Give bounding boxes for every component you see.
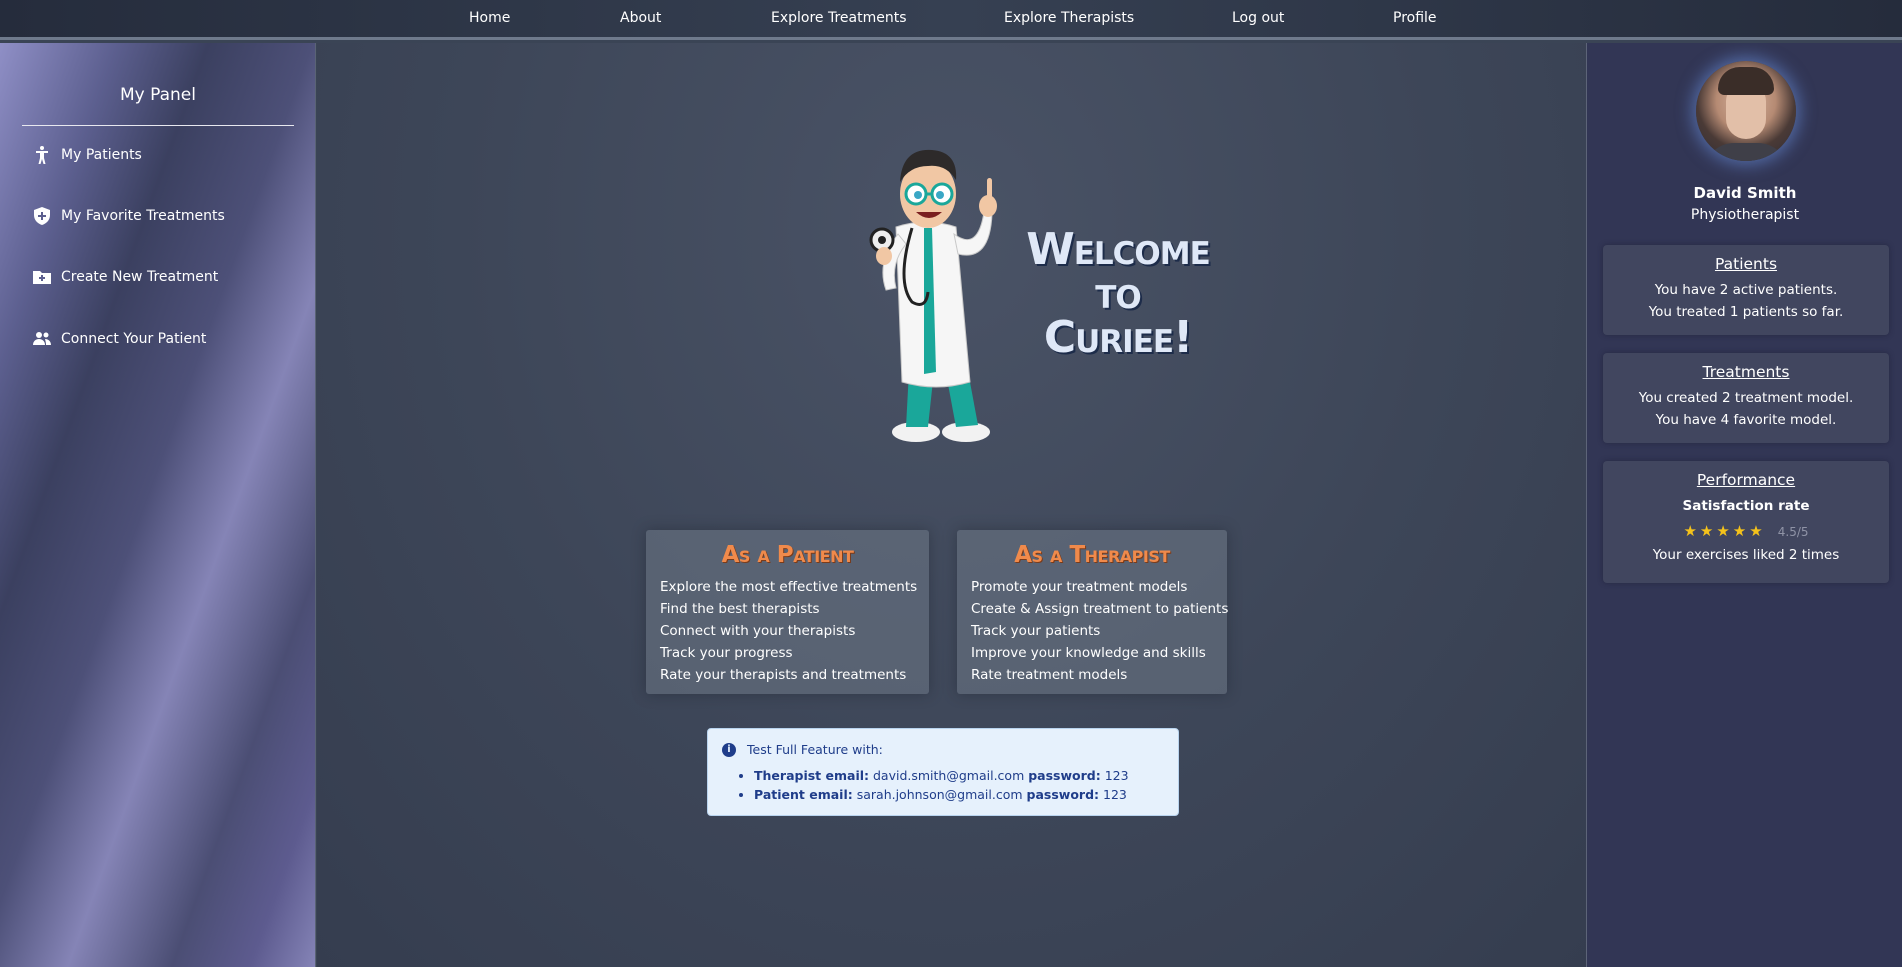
sidebar-divider — [22, 125, 294, 126]
treatments-created-text: You created 2 treatment model. — [1638, 390, 1854, 406]
patients-active-text: You have 2 active patients. — [1654, 282, 1838, 298]
welcome-line-3: Curiee! — [1043, 312, 1193, 363]
patient-card: As a Patient Explore the most effective … — [646, 530, 929, 694]
list-item: Promote your treatment models — [971, 579, 1188, 595]
profile-panel: David Smith Physiotherapist Patients You… — [1586, 43, 1902, 967]
sidebar-item-label: My Favorite Treatments — [61, 208, 225, 224]
sidebar-item-my-favorite-treatments[interactable]: My Favorite Treatments — [32, 204, 225, 228]
star-icon: ★ — [1683, 522, 1697, 540]
doctor-hand-left — [876, 247, 892, 265]
nav-explore-therapists[interactable]: Explore Therapists — [1004, 10, 1134, 26]
sidebar-item-label: My Patients — [61, 147, 142, 163]
treatments-favorite-text: You have 4 favorite model. — [1655, 412, 1837, 428]
patient-email: sarah.johnson@gmail.com — [856, 787, 1023, 802]
list-item: Create & Assign treatment to patients — [971, 601, 1229, 617]
therapist-credentials: Therapist email: david.smith@gmail.com p… — [754, 766, 1129, 785]
patient-card-title: As a Patient — [721, 542, 854, 568]
alert-heading-text: Test Full Feature with: — [747, 742, 883, 757]
patient-feature-list: Explore the most effective treatments Fi… — [646, 576, 929, 686]
list-item: Rate your therapists and treatments — [660, 667, 907, 683]
welcome-line-1: Welcome — [1026, 224, 1211, 275]
shield-plus-icon — [34, 207, 50, 225]
patients-stat-title: Patients — [1714, 255, 1778, 273]
nav-log-out[interactable]: Log out — [1232, 10, 1284, 26]
star-icon: ★ — [1732, 522, 1747, 540]
sidebar-item-create-new-treatment[interactable]: Create New Treatment — [32, 265, 218, 289]
rating-row: ★ ★ ★ ★ ★ 4.5/5 — [1603, 521, 1889, 540]
password-label: password: — [1028, 768, 1101, 783]
therapist-email: david.smith@gmail.com — [873, 768, 1025, 783]
patients-treated-text: You treated 1 patients so far. — [1648, 304, 1844, 320]
password-value: 123 — [1104, 768, 1129, 783]
nav-profile[interactable]: Profile — [1393, 10, 1437, 26]
doctor-illustration — [869, 149, 997, 442]
patient-email-label: Patient email: — [754, 787, 853, 802]
sidebar-item-label: Connect Your Patient — [61, 331, 207, 347]
nav-about[interactable]: About — [620, 10, 661, 26]
star-icon: ★ — [1716, 522, 1730, 540]
folder-plus-icon — [33, 271, 51, 284]
satisfaction-label: Satisfaction rate — [1682, 498, 1810, 514]
nav-explore-treatments[interactable]: Explore Treatments — [771, 10, 907, 26]
treatments-stat-card: Treatments You created 2 treatment model… — [1603, 353, 1889, 443]
avatar[interactable] — [1696, 61, 1796, 161]
test-credentials-alert: i Test Full Feature with: Therapist emai… — [707, 728, 1179, 816]
patient-credentials: Patient email: sarah.johnson@gmail.com p… — [754, 785, 1129, 804]
nav-home[interactable]: Home — [469, 10, 510, 26]
credentials-list: Therapist email: david.smith@gmail.com p… — [734, 766, 1129, 804]
list-item: Explore the most effective treatments — [660, 579, 918, 595]
profile-role: Physiotherapist — [1690, 207, 1800, 223]
list-item: Improve your knowledge and skills — [971, 645, 1206, 661]
alert-heading: i Test Full Feature with: — [722, 742, 883, 757]
password-value: 123 — [1103, 787, 1127, 802]
performance-stat-card: Performance Satisfaction rate ★ ★ ★ ★ ★ 4.5/… — [1603, 461, 1889, 583]
list-item: Rate treatment models — [971, 667, 1128, 683]
welcome-heading: Welcome to Curiee! — [1023, 228, 1213, 360]
person-icon — [36, 146, 48, 164]
info-icon: i — [722, 742, 736, 757]
sidebar: My Panel My Patients My Favorite Treatme… — [0, 43, 316, 967]
star-icon: ★ — [1749, 522, 1763, 540]
sidebar-title: My Panel — [120, 85, 196, 105]
therapist-card-title: As a Therapist — [1014, 542, 1170, 568]
therapist-email-label: Therapist email: — [754, 768, 870, 783]
list-item: Track your patients — [971, 623, 1101, 639]
sidebar-item-my-patients[interactable]: My Patients — [32, 143, 142, 167]
top-navigation: Home About Explore Treatments Explore Th… — [0, 0, 1902, 40]
list-item: Connect with your therapists — [660, 623, 856, 639]
star-rating: ★ ★ ★ ★ ★ — [1683, 522, 1762, 540]
rating-value: 4.5/5 — [1777, 525, 1809, 539]
therapist-feature-list: Promote your treatment models Create & A… — [957, 576, 1229, 686]
patients-stat-card: Patients You have 2 active patients. You… — [1603, 245, 1889, 335]
welcome-line-2: to — [1095, 268, 1142, 319]
doctor-arm-right — [953, 211, 993, 256]
star-icon: ★ — [1699, 522, 1714, 540]
list-item: Find the best therapists — [660, 601, 820, 617]
therapist-card: As a Therapist Promote your treatment mo… — [957, 530, 1229, 694]
sidebar-item-connect-your-patient[interactable]: Connect Your Patient — [32, 327, 206, 351]
performance-stat-title: Performance — [1696, 471, 1796, 489]
users-icon — [33, 332, 51, 345]
sidebar-item-label: Create New Treatment — [61, 269, 219, 285]
list-item: Track your progress — [660, 645, 793, 661]
doctor-finger — [987, 178, 992, 200]
exercises-liked-text: Your exercises liked 2 times — [1652, 547, 1840, 563]
profile-name: David Smith — [1693, 184, 1797, 202]
treatments-stat-title: Treatments — [1702, 363, 1790, 381]
password-label: password: — [1026, 787, 1100, 802]
